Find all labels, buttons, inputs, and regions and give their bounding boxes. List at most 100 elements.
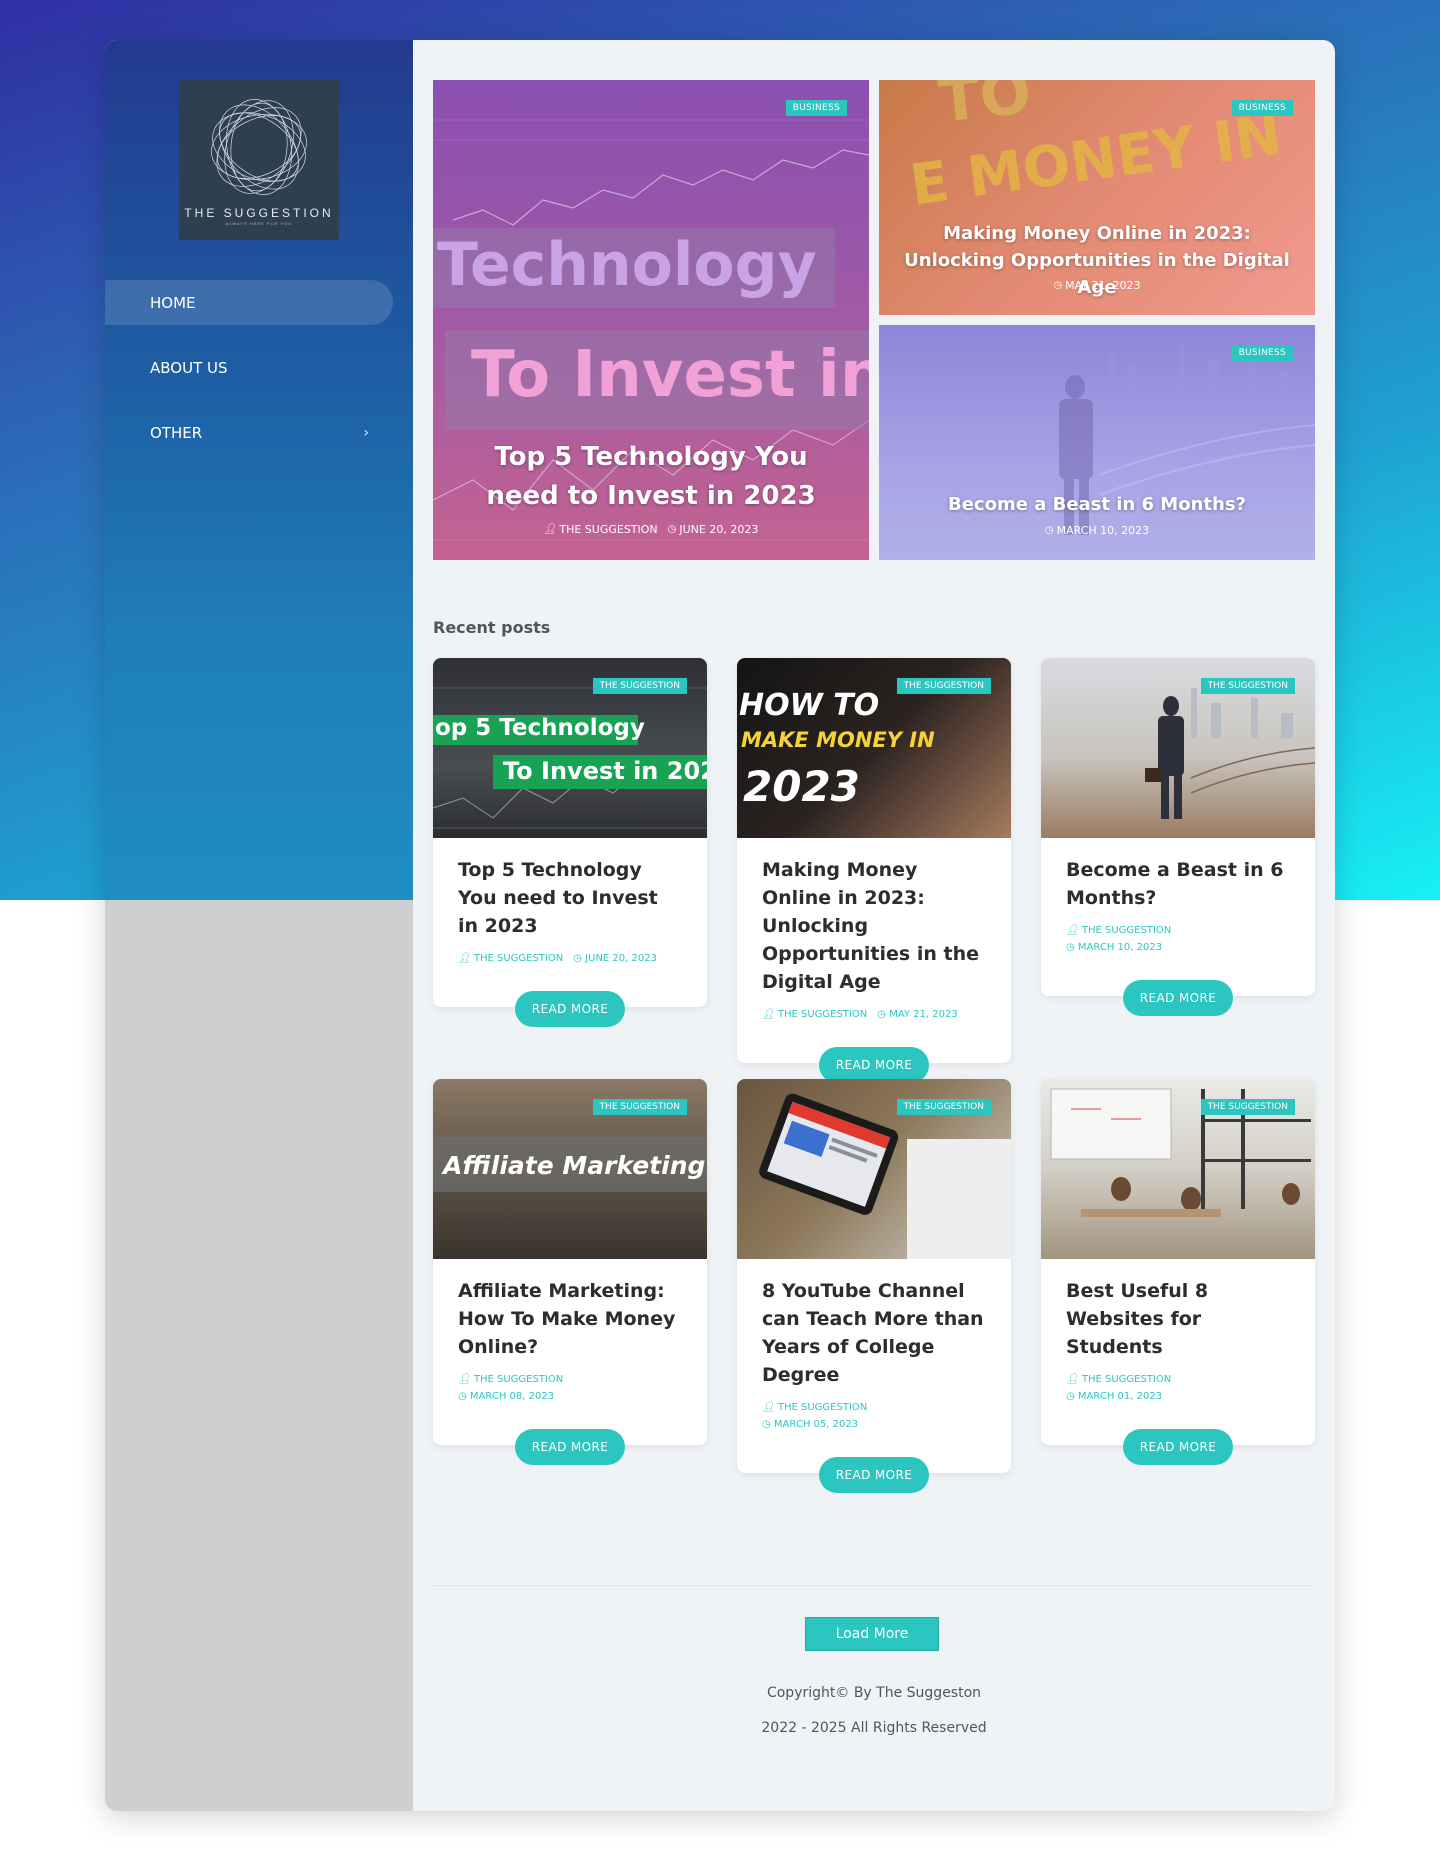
image-word: MAKE MONEY IN <box>741 728 935 752</box>
post-date: JUNE 20, 2023 <box>679 523 759 536</box>
clock-icon: ◷ <box>667 524 677 535</box>
featured-post-meta: ◷ MARCH 10, 2023 <box>879 524 1315 537</box>
logo-text: THE SUGGESTION <box>184 206 334 220</box>
post-title[interactable]: Affiliate Marketing: How To Make Money O… <box>458 1277 682 1361</box>
image-word: op 5 Technology <box>435 715 645 741</box>
post-title[interactable]: Top 5 Technology You need to Invest in 2… <box>458 856 682 940</box>
read-more-button[interactable]: READ MORE <box>1123 980 1233 1016</box>
image-word: To Invest in 202 <box>503 757 707 785</box>
post-thumbnail[interactable]: op 5 Technology To Invest in 202 THE SUG… <box>433 658 707 838</box>
clock-icon: ◷ <box>1053 280 1063 291</box>
image-word-technology: Technology <box>437 230 817 300</box>
featured-post-meta: ◷ MAY 21, 2023 <box>879 279 1315 292</box>
sidebar-item-label: OTHER <box>150 423 203 442</box>
user-icon: 👤︎ <box>458 953 471 964</box>
post-date: MARCH 10, 2023 <box>1056 524 1150 537</box>
category-badge[interactable]: BUSINESS <box>1231 100 1293 116</box>
category-badge[interactable]: THE SUGGESTION <box>896 678 991 694</box>
recent-posts-heading: Recent posts <box>433 618 551 637</box>
post-meta: 👤︎ THE SUGGESTION ◷ MARCH 08, 2023 <box>458 1371 682 1405</box>
app-shell: THE SUGGESTION ALWAYS HERE FOR YOU HOME … <box>105 40 1335 1811</box>
site-logo[interactable]: THE SUGGESTION ALWAYS HERE FOR YOU <box>179 80 339 240</box>
post-date: MAY 21, 2023 <box>1065 279 1141 292</box>
featured-post-meta: 👤︎ THE SUGGESTION ◷ JUNE 20, 2023 <box>433 523 869 536</box>
category-badge[interactable]: BUSINESS <box>785 100 847 116</box>
post-card: Affiliate Marketing THE SUGGESTION Affil… <box>433 1079 707 1465</box>
load-more-button[interactable]: Load More <box>805 1617 939 1651</box>
post-card: THE SUGGESTION 8 YouTube Channel can Tea… <box>737 1079 1011 1493</box>
read-more-button[interactable]: READ MORE <box>515 991 625 1027</box>
post-title[interactable]: Making Money Online in 2023: Unlocking O… <box>762 856 986 996</box>
post-date: MARCH 01, 2023 <box>1077 1391 1163 1402</box>
post-thumbnail[interactable]: Affiliate Marketing THE SUGGESTION <box>433 1079 707 1259</box>
clock-icon: ◷ <box>1044 525 1054 536</box>
read-more-button[interactable]: READ MORE <box>819 1457 929 1493</box>
featured-posts: Technology To Invest in BUSINESS Top 5 T… <box>433 80 1315 560</box>
featured-post-small-1[interactable]: TO E MONEY IN BUSINESS Making Money Onli… <box>879 80 1315 315</box>
sidebar-item-label: HOME <box>150 293 196 312</box>
post-author[interactable]: THE SUGGESTION <box>1082 925 1171 936</box>
read-more-button[interactable]: READ MORE <box>515 1429 625 1465</box>
sidebar-item-about-us[interactable]: ABOUT US <box>105 345 393 390</box>
divider <box>433 1585 1315 1586</box>
featured-post-large[interactable]: Technology To Invest in BUSINESS Top 5 T… <box>433 80 869 560</box>
featured-post-small-2[interactable]: BUSINESS Become a Beast in 6 Months? ◷ MA… <box>879 325 1315 560</box>
post-card: THE SUGGESTION Become a Beast in 6 Month… <box>1041 658 1315 1016</box>
clock-icon: ◷ <box>573 953 582 964</box>
post-meta: 👤︎ THE SUGGESTION ◷ MAY 21, 2023 <box>762 1006 986 1023</box>
image-word-to: TO <box>935 80 1035 137</box>
post-date: MAY 21, 2023 <box>889 1009 958 1020</box>
post-thumbnail[interactable]: THE SUGGESTION <box>737 1079 1011 1259</box>
post-author[interactable]: THE SUGGESTION <box>474 1374 563 1385</box>
post-meta: 👤︎ THE SUGGESTION ◷ JUNE 20, 2023 <box>458 950 682 967</box>
post-author[interactable]: THE SUGGESTION <box>778 1402 867 1413</box>
logo-emblem-icon <box>211 99 307 195</box>
category-badge[interactable]: THE SUGGESTION <box>1200 1099 1295 1115</box>
clock-icon: ◷ <box>1066 942 1075 953</box>
sidebar-item-home[interactable]: HOME <box>105 280 393 325</box>
post-date: MARCH 08, 2023 <box>469 1391 555 1402</box>
post-thumbnail[interactable]: THE SUGGESTION <box>1041 658 1315 838</box>
post-card: THE SUGGESTION Best Useful 8 Websites fo… <box>1041 1079 1315 1465</box>
category-badge[interactable]: THE SUGGESTION <box>592 678 687 694</box>
post-author[interactable]: THE SUGGESTION <box>778 1009 867 1020</box>
featured-post-title[interactable]: Become a Beast in 6 Months? <box>879 491 1315 518</box>
image-word: HOW TO <box>739 688 880 723</box>
post-title[interactable]: Become a Beast in 6 Months? <box>1066 856 1290 912</box>
post-card: op 5 Technology To Invest in 202 THE SUG… <box>433 658 707 1027</box>
post-author[interactable]: THE SUGGESTION <box>1082 1374 1171 1385</box>
clock-icon: ◷ <box>762 1419 771 1430</box>
user-icon: 👤︎ <box>762 1009 775 1020</box>
post-card: HOW TO MAKE MONEY IN 2023 THE SUGGESTION… <box>737 658 1011 1083</box>
logo-tagline: ALWAYS HERE FOR YOU <box>225 221 293 226</box>
post-thumbnail[interactable]: HOW TO MAKE MONEY IN 2023 THE SUGGESTION <box>737 658 1011 838</box>
post-meta: 👤︎ THE SUGGESTION ◷ MARCH 05, 2023 <box>762 1399 986 1433</box>
post-thumbnail[interactable]: THE SUGGESTION <box>1041 1079 1315 1259</box>
sidebar-nav: HOME ABOUT US OTHER › <box>105 280 413 475</box>
category-badge[interactable]: THE SUGGESTION <box>1200 678 1295 694</box>
read-more-button[interactable]: READ MORE <box>819 1047 929 1083</box>
sidebar-item-label: ABOUT US <box>150 358 228 377</box>
clock-icon: ◷ <box>458 1391 467 1402</box>
footer-copyright: Copyright© By The Suggeston <box>766 1685 982 1701</box>
post-date: JUNE 20, 2023 <box>585 953 657 964</box>
post-title[interactable]: Best Useful 8 Websites for Students <box>1066 1277 1290 1361</box>
sidebar-item-other[interactable]: OTHER › <box>105 410 393 455</box>
image-word: 2023 <box>743 762 860 811</box>
post-meta: 👤︎ THE SUGGESTION ◷ MARCH 10, 2023 <box>1066 922 1290 956</box>
user-icon: 👤︎ <box>762 1402 775 1413</box>
user-icon: 👤︎ <box>458 1374 471 1385</box>
category-badge[interactable]: THE SUGGESTION <box>592 1099 687 1115</box>
clock-icon: ◷ <box>877 1009 886 1020</box>
post-author[interactable]: THE SUGGESTION <box>559 523 657 536</box>
image-word-to-invest-in: To Invest in <box>471 338 869 412</box>
footer-rights: 2022 - 2025 All Rights Reserved <box>761 1720 987 1736</box>
post-author[interactable]: THE SUGGESTION <box>474 953 563 964</box>
category-badge[interactable]: BUSINESS <box>1231 345 1293 361</box>
image-word: Affiliate Marketing <box>443 1151 706 1180</box>
chevron-right-icon: › <box>363 424 369 441</box>
read-more-button[interactable]: READ MORE <box>1123 1429 1233 1465</box>
featured-post-title[interactable]: Top 5 Technology You need to Invest in 2… <box>433 438 869 516</box>
post-title[interactable]: 8 YouTube Channel can Teach More than Ye… <box>762 1277 986 1389</box>
category-badge[interactable]: THE SUGGESTION <box>896 1099 991 1115</box>
